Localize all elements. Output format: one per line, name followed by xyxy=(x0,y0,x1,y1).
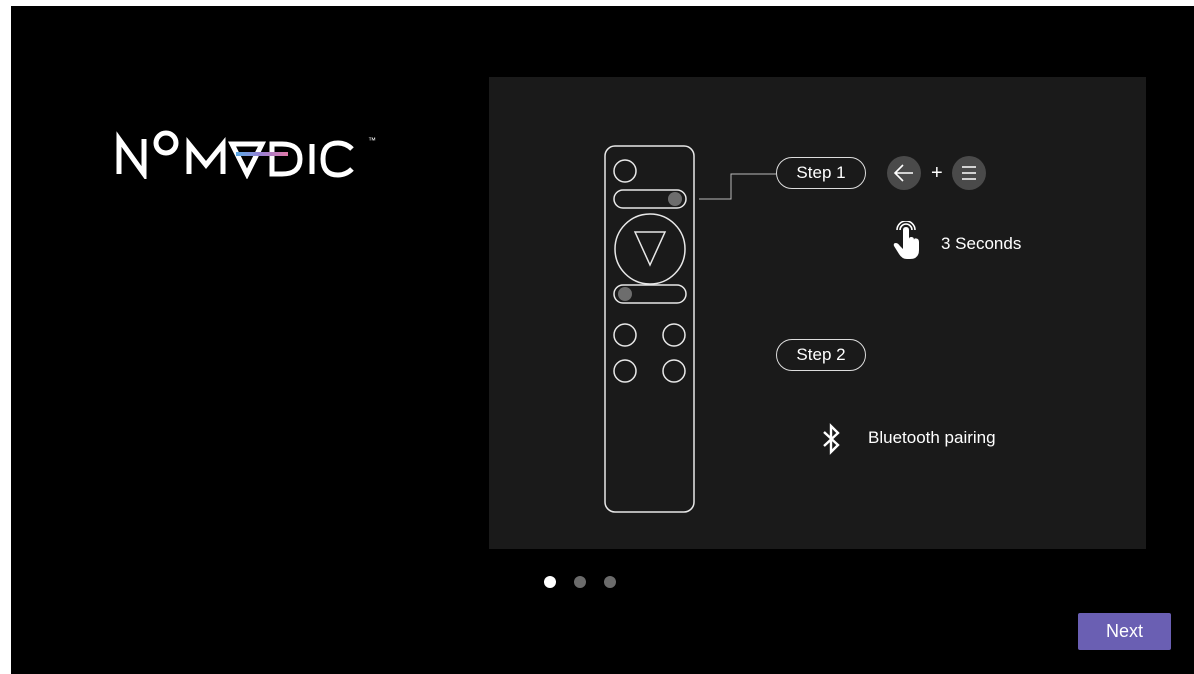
pairing-illustration: Step 1 + 3 Seconds Step 2 Bluetooth pair… xyxy=(489,77,1146,549)
page-dot-1-active[interactable] xyxy=(544,576,556,588)
step2-label: Step 2 xyxy=(796,345,846,364)
step2-pill: Step 2 xyxy=(776,339,866,371)
menu-toggle-knob xyxy=(618,287,632,301)
bluetooth-icon xyxy=(820,422,844,456)
back-toggle-knob xyxy=(668,192,682,206)
bluetooth-pairing-label: Bluetooth pairing xyxy=(868,428,996,447)
setup-screen: ™ Step 1 + 3 Seconds Step 2 Bluetooth pa… xyxy=(11,6,1194,674)
step1-pill: Step 1 xyxy=(776,157,866,189)
remote-illustration xyxy=(604,145,776,513)
hand-press-icon xyxy=(890,220,922,261)
next-button-label: Next xyxy=(1105,621,1143,641)
duration-label: 3 Seconds xyxy=(941,234,1022,253)
arrow-left-icon xyxy=(887,156,921,190)
brand-logo: ™ xyxy=(116,129,386,179)
trademark-mark: ™ xyxy=(368,136,376,145)
step1-label: Step 1 xyxy=(796,163,846,182)
plus-sign: + xyxy=(931,162,943,184)
page-dot-3[interactable] xyxy=(604,576,616,588)
menu-lines-icon xyxy=(952,156,986,190)
leader-line xyxy=(699,173,776,200)
remote-power-button xyxy=(613,159,637,183)
page-dot-2[interactable] xyxy=(574,576,586,588)
next-button[interactable]: Next xyxy=(1078,613,1171,650)
remote-dpad-triangle xyxy=(633,231,667,267)
remote-dpad xyxy=(614,213,686,285)
